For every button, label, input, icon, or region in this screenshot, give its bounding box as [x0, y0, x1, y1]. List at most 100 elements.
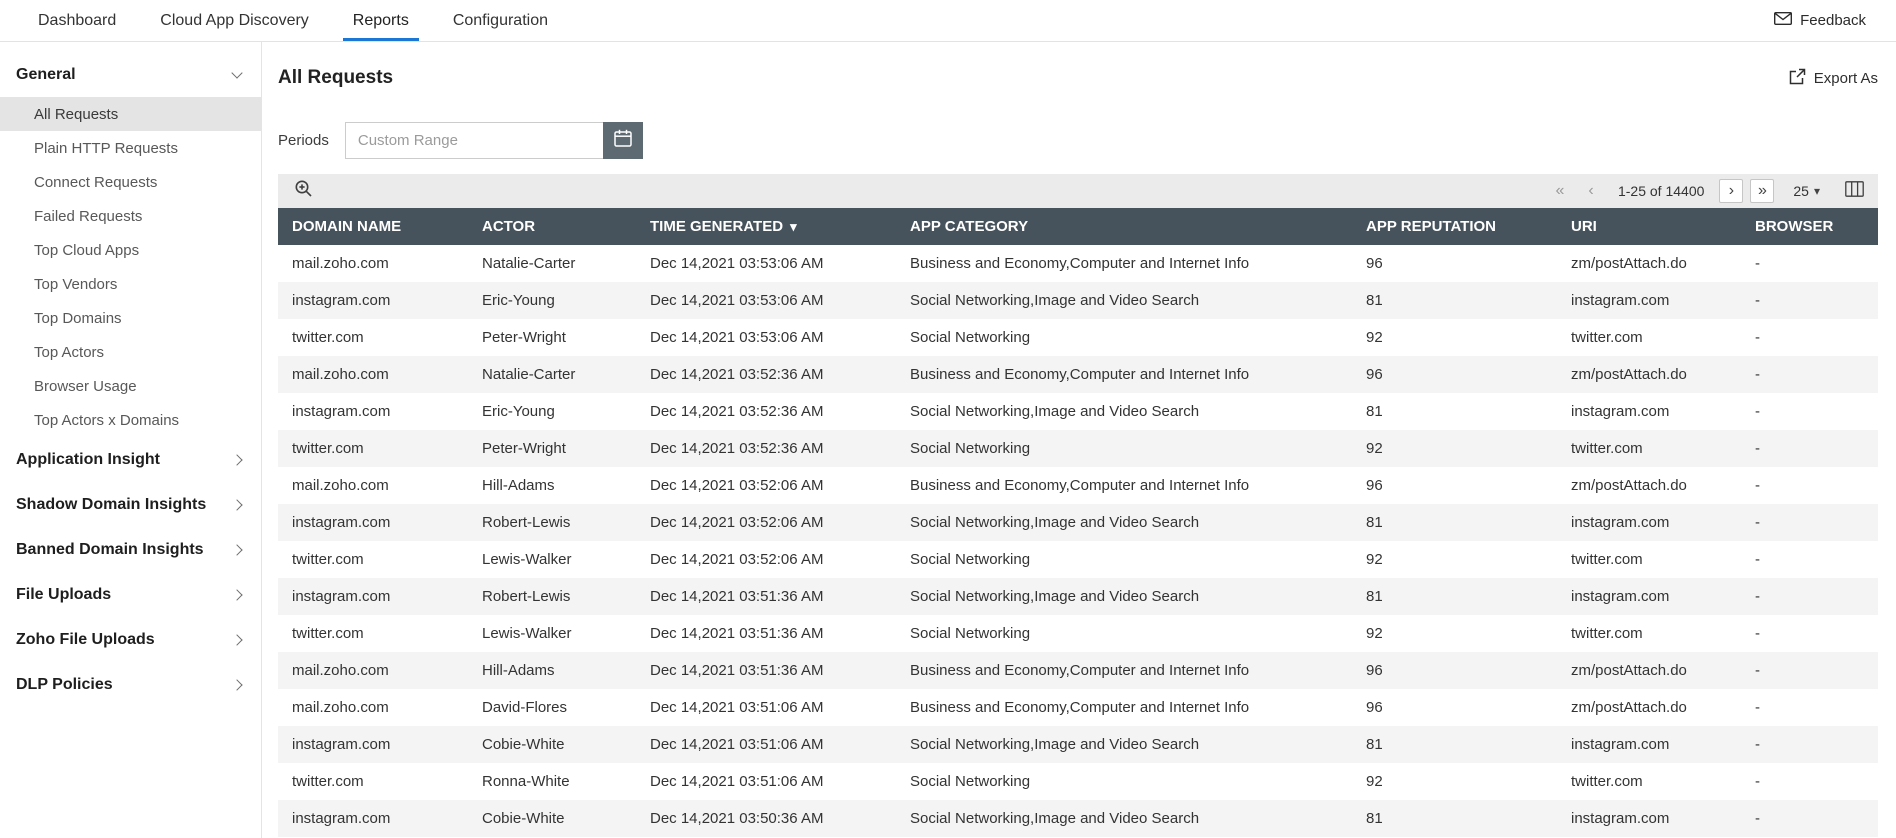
chevron-down-icon: [231, 66, 243, 79]
table-row[interactable]: twitter.com Ronna-White Dec 14,2021 03:51:…: [278, 763, 1878, 800]
table-cell: instagram.com: [1571, 292, 1670, 309]
table-row[interactable]: instagram.com Cobie-White Dec 14,2021 03:5…: [278, 800, 1878, 837]
nav-tab-dashboard[interactable]: Dashboard: [36, 0, 118, 41]
sidebar-section-shadow-domain-insights[interactable]: Shadow Domain Insights: [0, 482, 261, 527]
table-cell: Dec 14,2021 03:52:06 AM: [650, 514, 824, 531]
table-row[interactable]: mail.zoho.com Natalie-Carter Dec 14,2021 0…: [278, 356, 1878, 393]
table-row[interactable]: instagram.com Robert-Lewis Dec 14,2021 03:…: [278, 578, 1878, 615]
table-cell: mail.zoho.com: [292, 366, 389, 383]
table-cell: Cobie-White: [482, 810, 565, 827]
table-cell: -: [1755, 773, 1760, 790]
column-header-app-category[interactable]: APP CATEGORY: [896, 208, 1352, 245]
table-cell: twitter.com: [1571, 625, 1643, 642]
filter-row: Periods: [278, 120, 1878, 160]
column-header-time-generated[interactable]: TIME GENERATED ▾: [636, 208, 896, 245]
table-cell: twitter.com: [292, 329, 364, 346]
sidebar-item-all-requests[interactable]: All Requests: [0, 97, 261, 131]
search-button[interactable]: [294, 179, 313, 203]
table-row[interactable]: twitter.com Lewis-Walker Dec 14,2021 03:51…: [278, 615, 1878, 652]
column-header-actor[interactable]: ACTOR: [468, 208, 636, 245]
table-cell: Dec 14,2021 03:52:06 AM: [650, 477, 824, 494]
last-page-button[interactable]: »: [1750, 179, 1775, 203]
table-row[interactable]: twitter.com Lewis-Walker Dec 14,2021 03:52…: [278, 541, 1878, 578]
sidebar-item-browser-usage[interactable]: Browser Usage: [0, 369, 261, 403]
sidebar-item-top-domains[interactable]: Top Domains: [0, 301, 261, 335]
table-cell: 92: [1366, 551, 1383, 568]
column-header-label: APP CATEGORY: [910, 218, 1029, 235]
sidebar-section-dlp-policies[interactable]: DLP Policies: [0, 662, 261, 707]
table-cell: instagram.com: [292, 588, 391, 605]
next-page-button[interactable]: ›: [1719, 179, 1744, 203]
table-cell: instagram.com: [1571, 514, 1670, 531]
page-title: All Requests: [278, 67, 394, 88]
table-cell: instagram.com: [1571, 810, 1670, 827]
table-cell: Robert-Lewis: [482, 514, 571, 531]
table-cell: 81: [1366, 292, 1383, 309]
export-as-button[interactable]: Export As: [1789, 68, 1878, 89]
table-row[interactable]: mail.zoho.com Natalie-Carter Dec 14,2021 0…: [278, 245, 1878, 282]
sidebar-section-banned-domain-insights[interactable]: Banned Domain Insights: [0, 527, 261, 572]
chevron-right-icon: [231, 543, 243, 556]
column-header-app-reputation[interactable]: APP REPUTATION: [1352, 208, 1557, 245]
pagination-range: 1-25 of 14400: [1617, 183, 1705, 199]
nav-tab-reports[interactable]: Reports: [342, 0, 419, 41]
sidebar-section-zoho-file-uploads[interactable]: Zoho File Uploads: [0, 617, 261, 662]
table-row[interactable]: twitter.com Peter-Wright Dec 14,2021 03:53…: [278, 319, 1878, 356]
table-row[interactable]: instagram.com Cobie-White Dec 14,2021 03:5…: [278, 726, 1878, 763]
table-cell: instagram.com: [1571, 736, 1670, 753]
table-body: mail.zoho.com Natalie-Carter Dec 14,2021 0…: [278, 245, 1878, 837]
table-row[interactable]: instagram.com Eric-Young Dec 14,2021 03:53…: [278, 282, 1878, 319]
sidebar-section-label: Banned Domain Insights: [16, 540, 204, 558]
table-cell: Social Networking,Image and Video Search: [910, 810, 1200, 827]
column-header-uri[interactable]: URI: [1557, 208, 1741, 245]
sidebar-section-application-insight[interactable]: Application Insight: [0, 437, 261, 482]
calendar-button[interactable]: [602, 121, 643, 159]
sidebar-item-top-actors[interactable]: Top Actors: [0, 335, 261, 369]
sidebar-item-top-actors-x-domains[interactable]: Top Actors x Domains: [0, 403, 261, 437]
sidebar-item-top-vendors[interactable]: Top Vendors: [0, 267, 261, 301]
sidebar-item-connect-requests[interactable]: Connect Requests: [0, 165, 261, 199]
sidebar-item-failed-requests[interactable]: Failed Requests: [0, 199, 261, 233]
table-row[interactable]: instagram.com Robert-Lewis Dec 14,2021 03:…: [278, 504, 1878, 541]
table-row[interactable]: mail.zoho.com Hill-Adams Dec 14,2021 03:51…: [278, 652, 1878, 689]
table-cell: -: [1755, 440, 1760, 457]
column-chooser-button[interactable]: [1845, 180, 1864, 202]
table-cell: instagram.com: [292, 292, 391, 309]
table-row[interactable]: mail.zoho.com Hill-Adams Dec 14,2021 03:52…: [278, 467, 1878, 504]
table-cell: Eric-Young: [482, 292, 555, 309]
table-toolbar: « ‹ 1-25 of 14400 › » 25 ▾: [278, 174, 1878, 208]
nav-tab-cloud-app-discovery[interactable]: Cloud App Discovery: [158, 0, 311, 41]
column-header-domain-name[interactable]: DOMAIN NAME: [278, 208, 468, 245]
table-cell: Dec 14,2021 03:53:06 AM: [650, 329, 824, 346]
table-cell: instagram.com: [292, 736, 391, 753]
first-page-button[interactable]: «: [1548, 179, 1572, 203]
chevron-right-icon: [231, 588, 243, 601]
table-cell: mail.zoho.com: [292, 699, 389, 716]
export-icon: [1789, 68, 1806, 89]
column-header-label: TIME GENERATED: [650, 218, 784, 235]
table-cell: -: [1755, 551, 1760, 568]
column-header-label: URI: [1571, 218, 1597, 235]
sidebar-item-plain-http-requests[interactable]: Plain HTTP Requests: [0, 131, 261, 165]
page-size-select[interactable]: 25 ▾: [1793, 183, 1820, 199]
table-row[interactable]: mail.zoho.com David-Flores Dec 14,2021 03:…: [278, 689, 1878, 726]
sidebar-item-top-cloud-apps[interactable]: Top Cloud Apps: [0, 233, 261, 267]
table-row[interactable]: instagram.com Eric-Young Dec 14,2021 03:52…: [278, 393, 1878, 430]
table-row[interactable]: twitter.com Peter-Wright Dec 14,2021 03:52…: [278, 430, 1878, 467]
table-cell: Lewis-Walker: [482, 551, 572, 568]
feedback-button[interactable]: Feedback: [1774, 0, 1866, 41]
nav-tab-configuration[interactable]: Configuration: [451, 0, 550, 41]
table-cell: zm/postAttach.do: [1571, 699, 1687, 716]
table-cell: -: [1755, 403, 1760, 420]
feedback-label: Feedback: [1800, 12, 1866, 29]
sidebar-section-file-uploads[interactable]: File Uploads: [0, 572, 261, 617]
column-header-browser[interactable]: BROWSER: [1741, 208, 1878, 245]
period-range-input[interactable]: [344, 121, 603, 159]
prev-page-button[interactable]: ‹: [1579, 179, 1603, 203]
table-cell: 92: [1366, 773, 1383, 790]
periods-label: Periods: [278, 131, 329, 149]
sidebar-section-general[interactable]: General: [0, 52, 261, 97]
table-cell: 81: [1366, 588, 1383, 605]
table-cell: Hill-Adams: [482, 477, 555, 494]
table-cell: Dec 14,2021 03:51:36 AM: [650, 588, 824, 605]
